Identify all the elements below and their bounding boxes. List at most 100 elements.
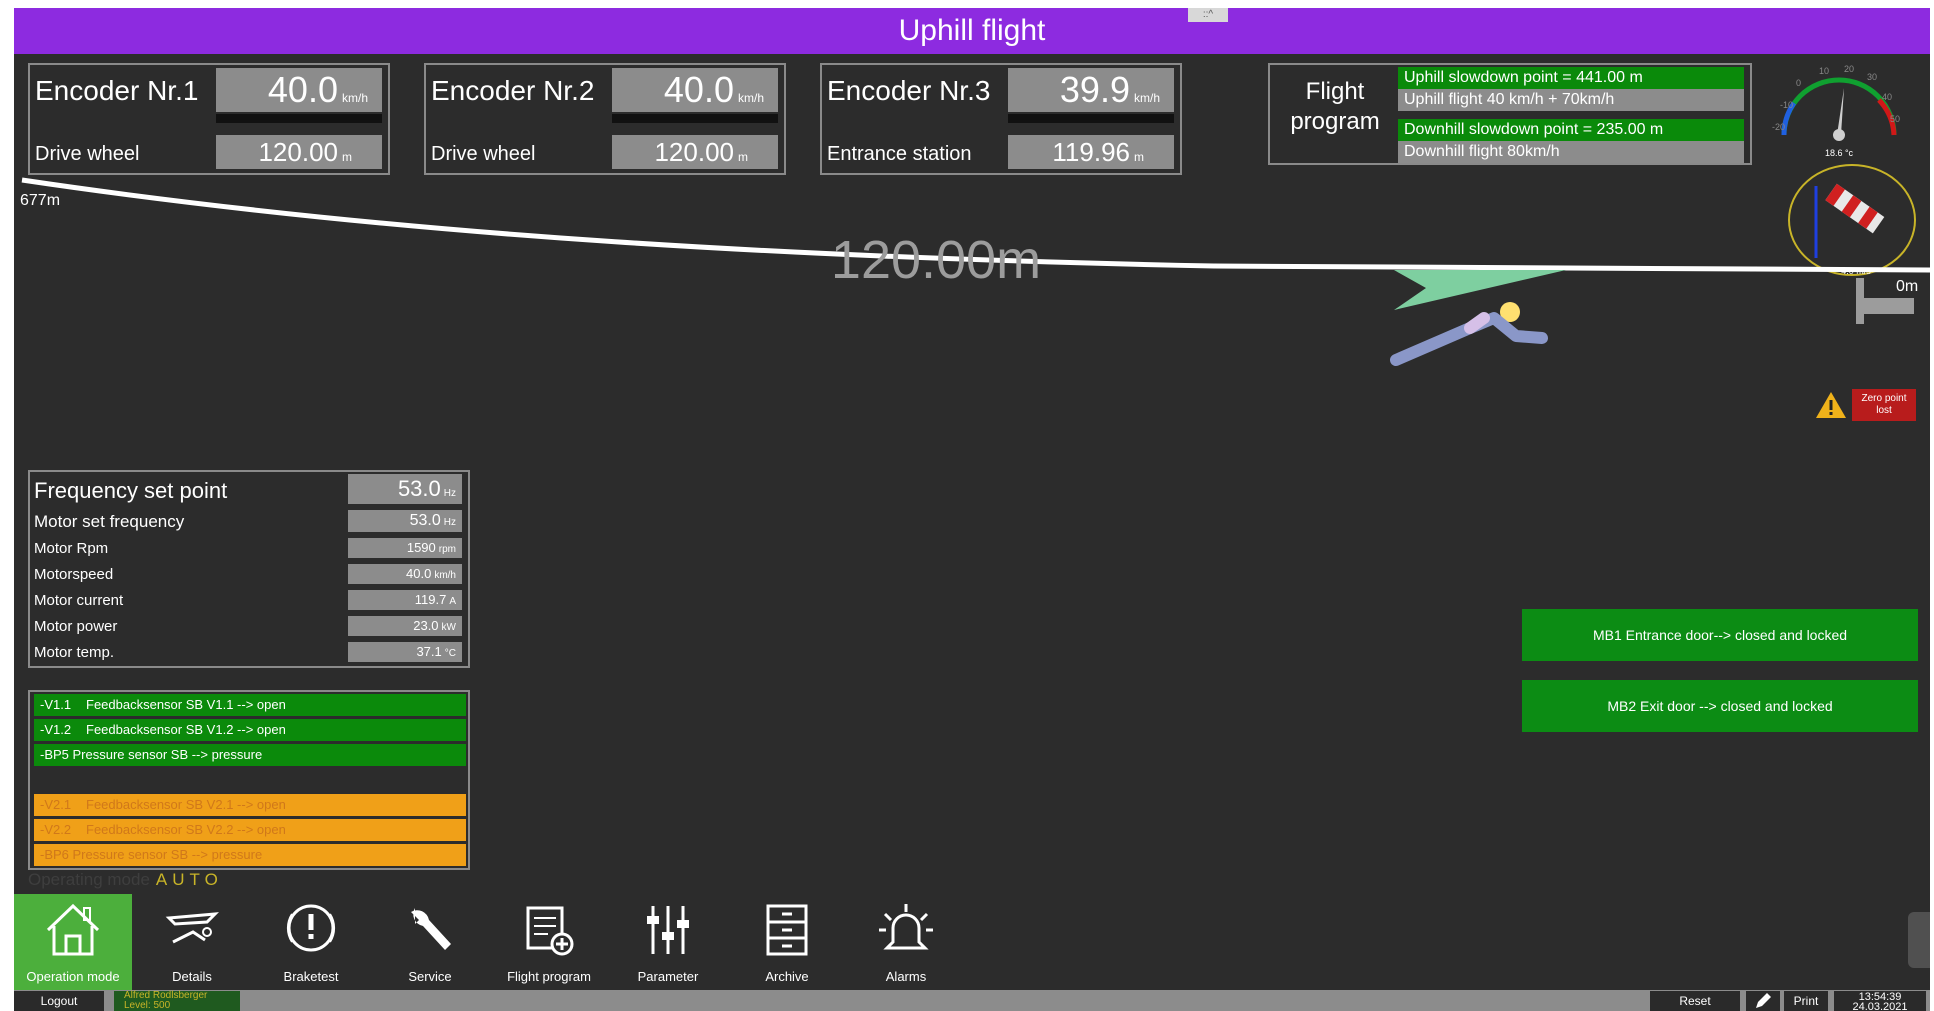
nav-details[interactable]: Details bbox=[133, 894, 251, 990]
details-icon bbox=[165, 912, 219, 944]
encoder-panel-2: Encoder Nr.2 40.0 km/h Drive wheel 120.00… bbox=[424, 63, 786, 175]
motor-temp-value: 37.1 °C bbox=[348, 642, 462, 662]
nav-braketest[interactable]: Braketest bbox=[252, 894, 370, 990]
sensor-panel: -V1.1 Feedbacksensor SB V1.1 --> open -V1… bbox=[28, 690, 470, 870]
nav-label: Service bbox=[408, 969, 452, 984]
gauge-tick-label: 20 bbox=[1844, 64, 1854, 74]
flight-program-label: Flight program bbox=[1290, 78, 1380, 135]
nav-operation-mode[interactable]: Operation mode bbox=[14, 894, 132, 990]
encoder-name: Encoder Nr.2 bbox=[431, 75, 595, 106]
window-title-bar: Uphill flight bbox=[14, 8, 1930, 54]
motor-rpm-value: 1590 rpm bbox=[348, 538, 462, 558]
gauge-tick-label: 40 bbox=[1882, 92, 1892, 102]
flight-program-panel[interactable]: Flight program Uphill slowdown point = 4… bbox=[1268, 63, 1752, 165]
edit-pen-button[interactable] bbox=[1746, 991, 1780, 1011]
reset-button[interactable]: Reset bbox=[1650, 991, 1740, 1011]
encoder-bar bbox=[1008, 114, 1174, 123]
hmi-screen: Uphill flight ::^ Encoder Nr.1 40.0 km/h … bbox=[14, 8, 1930, 1011]
title-handle[interactable]: ::^ bbox=[1188, 8, 1228, 22]
warning-icon bbox=[1816, 392, 1846, 418]
pen-icon bbox=[1756, 993, 1771, 1008]
nav-alarms[interactable]: Alarms bbox=[847, 894, 965, 990]
encoder-position: 120.00 m bbox=[612, 135, 778, 169]
sensor-row: -V1.1 Feedbacksensor SB V1.1 --> open bbox=[34, 694, 466, 716]
motorspeed-label: Motorspeed bbox=[34, 566, 114, 583]
entrance-door-status: MB1 Entrance door--> closed and locked bbox=[1522, 609, 1918, 661]
gauge-hub bbox=[1833, 129, 1845, 141]
brake-warning-icon bbox=[286, 904, 336, 952]
motor-power-value: 23.0 kW bbox=[348, 616, 462, 636]
track-start-label: 677m bbox=[20, 192, 60, 209]
side-drawer-handle[interactable] bbox=[1908, 912, 1930, 968]
motor-panel: Frequency set point 53.0 Hz Motor set fre… bbox=[28, 470, 470, 668]
track-end-label: 0m bbox=[1896, 278, 1918, 295]
motor-rpm-label: Motor Rpm bbox=[34, 540, 109, 557]
user-info: Alfred Rodlsberger Level: 500 bbox=[114, 991, 240, 1011]
logout-button[interactable]: Logout bbox=[14, 991, 104, 1011]
sensor-row: -V2.1 Feedbacksensor SB V2.1 --> open bbox=[34, 794, 466, 816]
operating-mode: Operating mode AUTO bbox=[28, 870, 223, 890]
nav-label: Parameter bbox=[637, 969, 699, 984]
motor-temp-label: Motor temp. bbox=[34, 644, 115, 661]
encoder-position: 120.00 m bbox=[216, 135, 382, 169]
operating-mode-value: AUTO bbox=[155, 870, 223, 889]
sensor-row: -BP5 Pressure sensor SB --> pressure bbox=[34, 744, 466, 766]
clock: 13:54:39 24.03.2021 bbox=[1834, 991, 1926, 1011]
zero-point-alarm[interactable]: Zero point lost bbox=[1852, 389, 1916, 421]
encoder-panel-1: Encoder Nr.1 40.0 km/h Drive wheel 120.00… bbox=[28, 63, 390, 175]
gauge-tick-label: 10 bbox=[1819, 66, 1829, 76]
sensor-row: -V2.2 Feedbacksensor SB V2.2 --> open bbox=[34, 819, 466, 841]
gauge-temperature: 18.6 °c bbox=[1825, 148, 1854, 158]
gauge-tick-label: 30 bbox=[1867, 72, 1877, 82]
exit-door-status: MB2 Exit door --> closed and locked bbox=[1522, 680, 1918, 732]
motor-power-label: Motor power bbox=[34, 618, 118, 635]
gauge-needle bbox=[1837, 88, 1844, 135]
encoder-sub-label: Drive wheel bbox=[35, 143, 140, 165]
encoder-bar bbox=[612, 114, 778, 123]
frequency-set-point-label: Frequency set point bbox=[34, 478, 228, 503]
encoder-name: Encoder Nr.3 bbox=[827, 75, 991, 106]
motor-set-frequency-label: Motor set frequency bbox=[34, 512, 185, 531]
nav-flight-program[interactable]: Flight program bbox=[490, 894, 608, 990]
sensor-row: -BP6 Pressure sensor SB --> pressure bbox=[34, 844, 466, 866]
window-title: Uphill flight bbox=[898, 14, 1046, 47]
encoder-bar bbox=[216, 114, 382, 123]
alarm-bell-icon bbox=[879, 904, 933, 950]
encoder-sub-label: Entrance station bbox=[827, 143, 972, 165]
bottom-nav: Operation mode Details Braketest Service… bbox=[14, 894, 1930, 990]
nav-label: Flight program bbox=[507, 969, 591, 984]
nav-label: Archive bbox=[765, 969, 809, 984]
encoder-position: 119.96 m bbox=[1008, 135, 1174, 169]
nav-label: Details bbox=[172, 969, 212, 984]
operating-mode-label: Operating mode bbox=[28, 870, 150, 889]
nav-label: Alarms bbox=[885, 969, 927, 984]
status-bar: Logout Alfred Rodlsberger Level: 500 Res… bbox=[14, 990, 1930, 1011]
encoder-sub-label: Drive wheel bbox=[431, 143, 536, 165]
encoder-speed: 39.9 km/h bbox=[1008, 68, 1174, 112]
encoder-panel-3: Encoder Nr.3 39.9 km/h Entrance station 1… bbox=[820, 63, 1182, 175]
nav-archive[interactable]: Archive bbox=[728, 894, 846, 990]
print-button[interactable]: Print bbox=[1784, 991, 1828, 1011]
nav-service[interactable]: Service bbox=[371, 894, 489, 990]
temperature-gauge: -20 -10 0 10 20 30 40 50 18.6 °c bbox=[1772, 64, 1900, 158]
current-position-label: 120.00m bbox=[831, 230, 1041, 290]
downhill-slowdown-row: Downhill slowdown point = 235.00 m bbox=[1398, 119, 1744, 141]
uphill-flight-row: Uphill flight 40 km/h + 70km/h bbox=[1398, 89, 1744, 111]
nav-label: Braketest bbox=[283, 969, 339, 984]
motorspeed-value: 40.0 km/h bbox=[348, 564, 462, 584]
frequency-set-point-value[interactable]: 53.0 Hz bbox=[348, 474, 462, 504]
motor-set-frequency-value: 53.0 Hz bbox=[348, 510, 462, 532]
flyer-icon bbox=[1390, 270, 1566, 366]
home-icon bbox=[46, 903, 100, 956]
gauge-tick-label: 0 bbox=[1796, 78, 1801, 88]
document-add-icon bbox=[526, 906, 574, 956]
wrench-icon bbox=[411, 908, 451, 950]
sensor-row: -V1.2 Feedbacksensor SB V1.2 --> open bbox=[34, 719, 466, 741]
encoder-speed: 40.0 km/h bbox=[612, 68, 778, 112]
gauge-tick-label: -10 bbox=[1780, 100, 1793, 110]
sliders-icon bbox=[647, 906, 689, 954]
nav-label: Operation mode bbox=[26, 969, 120, 984]
uphill-slowdown-row: Uphill slowdown point = 441.00 m bbox=[1398, 67, 1744, 89]
downhill-flight-row: Downhill flight 80km/h bbox=[1398, 141, 1744, 163]
nav-parameter[interactable]: Parameter bbox=[609, 894, 727, 990]
